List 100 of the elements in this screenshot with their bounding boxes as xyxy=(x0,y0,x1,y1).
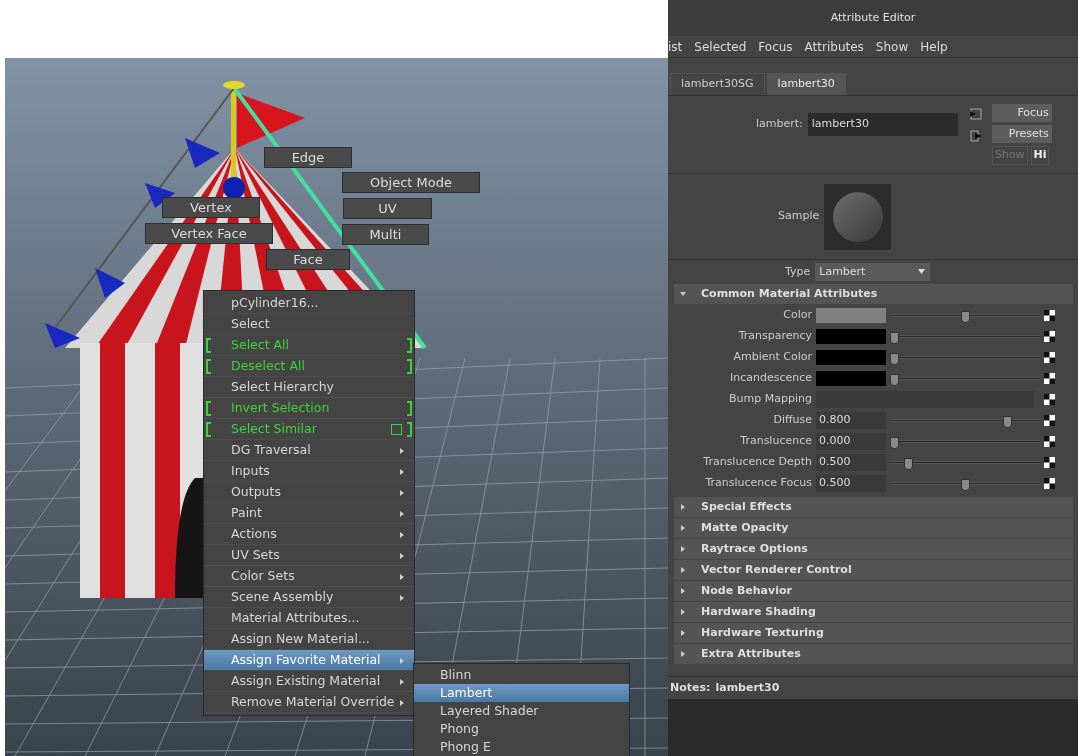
menu-item[interactable]: Phong xyxy=(414,720,629,738)
slider-track[interactable] xyxy=(890,415,1040,426)
output-connection-icon[interactable] xyxy=(969,130,982,142)
slider-thumb[interactable] xyxy=(890,331,899,344)
attribute-label: Translucence xyxy=(739,433,813,450)
slider-thumb[interactable] xyxy=(960,478,970,491)
input-connection-icon[interactable] xyxy=(969,108,982,120)
slider-track[interactable] xyxy=(890,310,1040,321)
menu-item[interactable]: Material Attributes... xyxy=(204,608,414,629)
slider-track[interactable] xyxy=(890,352,1040,363)
marking-menu-item[interactable]: Edge xyxy=(264,147,352,168)
node-type-label: lambert: xyxy=(756,116,803,133)
menu-item[interactable]: Layered Shader xyxy=(414,702,629,720)
menu-bar-item[interactable]: Focus xyxy=(758,37,793,56)
editor-button[interactable]: Focus xyxy=(991,104,1052,122)
value-field[interactable]: 0.800 xyxy=(816,412,886,429)
menu-bar-item[interactable]: Selected xyxy=(694,37,747,56)
color-swatch[interactable] xyxy=(816,308,886,323)
map-texture-icon[interactable] xyxy=(1044,436,1055,447)
menu-item[interactable]: Color Sets xyxy=(204,566,414,587)
menu-item[interactable]: Phong E xyxy=(414,738,629,756)
color-swatch[interactable] xyxy=(816,350,886,365)
value-field[interactable]: 0.000 xyxy=(816,433,886,450)
slider-thumb[interactable] xyxy=(960,310,970,323)
color-swatch[interactable] xyxy=(816,371,886,386)
menu-bar-item[interactable]: Attributes xyxy=(804,37,864,56)
marking-menu-item[interactable]: Vertex xyxy=(162,197,260,218)
menu-item[interactable]: Assign Favorite Material xyxy=(204,650,414,671)
submenu-arrow-icon xyxy=(400,658,404,664)
value-field[interactable]: 0.500 xyxy=(816,454,886,471)
section-title: Hardware Texturing xyxy=(701,624,824,641)
menu-item[interactable]: Inputs xyxy=(204,461,414,482)
tab[interactable]: lambert30 xyxy=(766,73,846,95)
map-texture-icon[interactable] xyxy=(1044,415,1055,426)
marking-menu-item[interactable]: UV xyxy=(343,198,432,219)
menu-item[interactable]: Scene Assembly xyxy=(204,587,414,608)
menu-item[interactable]: Deselect All xyxy=(204,356,414,377)
editor-button[interactable]: Hi xyxy=(1030,146,1050,165)
slider-thumb[interactable] xyxy=(890,373,899,386)
value-field[interactable]: 0.500 xyxy=(816,475,886,492)
slider-thumb[interactable] xyxy=(1002,415,1012,428)
slider-thumb[interactable] xyxy=(890,352,899,365)
slider-thumb[interactable] xyxy=(890,436,899,449)
section-header[interactable]: Common Material Attributes xyxy=(674,284,1073,304)
editor-button[interactable]: Presets xyxy=(991,125,1052,143)
marking-menu-item[interactable]: Face xyxy=(266,249,350,270)
tab[interactable]: lambert30SG xyxy=(670,73,765,95)
left-bracket-icon xyxy=(206,401,211,416)
notes-field[interactable] xyxy=(668,699,1078,756)
slider-track[interactable] xyxy=(890,331,1040,342)
section-header[interactable]: Hardware Texturing xyxy=(674,623,1073,643)
map-texture-icon[interactable] xyxy=(1044,373,1055,384)
left-bracket-icon xyxy=(206,359,211,374)
menu-item[interactable]: Select xyxy=(204,314,414,335)
marking-menu-item[interactable]: Multi xyxy=(342,224,429,245)
menu-item[interactable]: Actions xyxy=(204,524,414,545)
menu-item[interactable]: Select Similar xyxy=(204,419,414,440)
slider-track[interactable] xyxy=(890,478,1040,489)
slider-track[interactable] xyxy=(890,436,1040,447)
color-swatch[interactable] xyxy=(816,329,886,344)
section-title: Matte Opacity xyxy=(701,519,789,536)
menu-bar-item[interactable]: ist xyxy=(668,37,683,56)
option-box-icon[interactable] xyxy=(391,424,402,435)
menu-bar-item[interactable]: Help xyxy=(920,37,948,56)
expand-arrow-icon xyxy=(680,504,686,510)
slider-track[interactable] xyxy=(890,373,1040,384)
right-bracket-icon xyxy=(407,338,412,353)
map-texture-icon[interactable] xyxy=(1044,394,1055,405)
menu-bar-item[interactable]: Show xyxy=(875,37,909,56)
slider-thumb[interactable] xyxy=(904,457,914,470)
menu-item[interactable]: Outputs xyxy=(204,482,414,503)
menu-item[interactable]: Blinn xyxy=(414,666,629,684)
menu-item[interactable]: Invert Selection xyxy=(204,398,414,419)
section-header[interactable]: Vector Renderer Control xyxy=(674,560,1073,580)
map-texture-icon[interactable] xyxy=(1044,310,1055,321)
section-header[interactable]: Raytrace Options xyxy=(674,539,1073,559)
section-header[interactable]: Extra Attributes xyxy=(674,644,1073,664)
marking-menu-item[interactable]: Object Mode xyxy=(342,172,480,193)
menu-item[interactable]: pCylinder16... xyxy=(204,293,414,314)
menu-item[interactable]: UV Sets xyxy=(204,545,414,566)
slider-track[interactable] xyxy=(890,457,1040,468)
menu-item[interactable]: Paint xyxy=(204,503,414,524)
menu-item[interactable]: Lambert xyxy=(414,684,629,702)
map-texture-icon[interactable] xyxy=(1044,478,1055,489)
menu-item[interactable]: Select Hierarchy xyxy=(204,377,414,398)
map-texture-icon[interactable] xyxy=(1044,457,1055,468)
section-header[interactable]: Special Effects xyxy=(674,497,1073,517)
type-dropdown[interactable]: Lambert xyxy=(815,263,931,281)
submenu-arrow-icon xyxy=(400,469,404,475)
map-texture-icon[interactable] xyxy=(1044,331,1055,342)
section-header[interactable]: Node Behavior xyxy=(674,581,1073,601)
section-header[interactable]: Hardware Shading xyxy=(674,602,1073,622)
dropdown-caret-icon xyxy=(918,269,926,274)
map-texture-icon[interactable] xyxy=(1044,352,1055,363)
section-title: Special Effects xyxy=(701,498,792,515)
section-header[interactable]: Matte Opacity xyxy=(674,518,1073,538)
node-name-field[interactable]: lambert30 xyxy=(807,113,958,136)
menu-item[interactable]: Select All xyxy=(204,335,414,356)
marking-menu-item[interactable]: Vertex Face xyxy=(145,223,273,244)
menu-item[interactable]: DG Traversal xyxy=(204,440,414,461)
